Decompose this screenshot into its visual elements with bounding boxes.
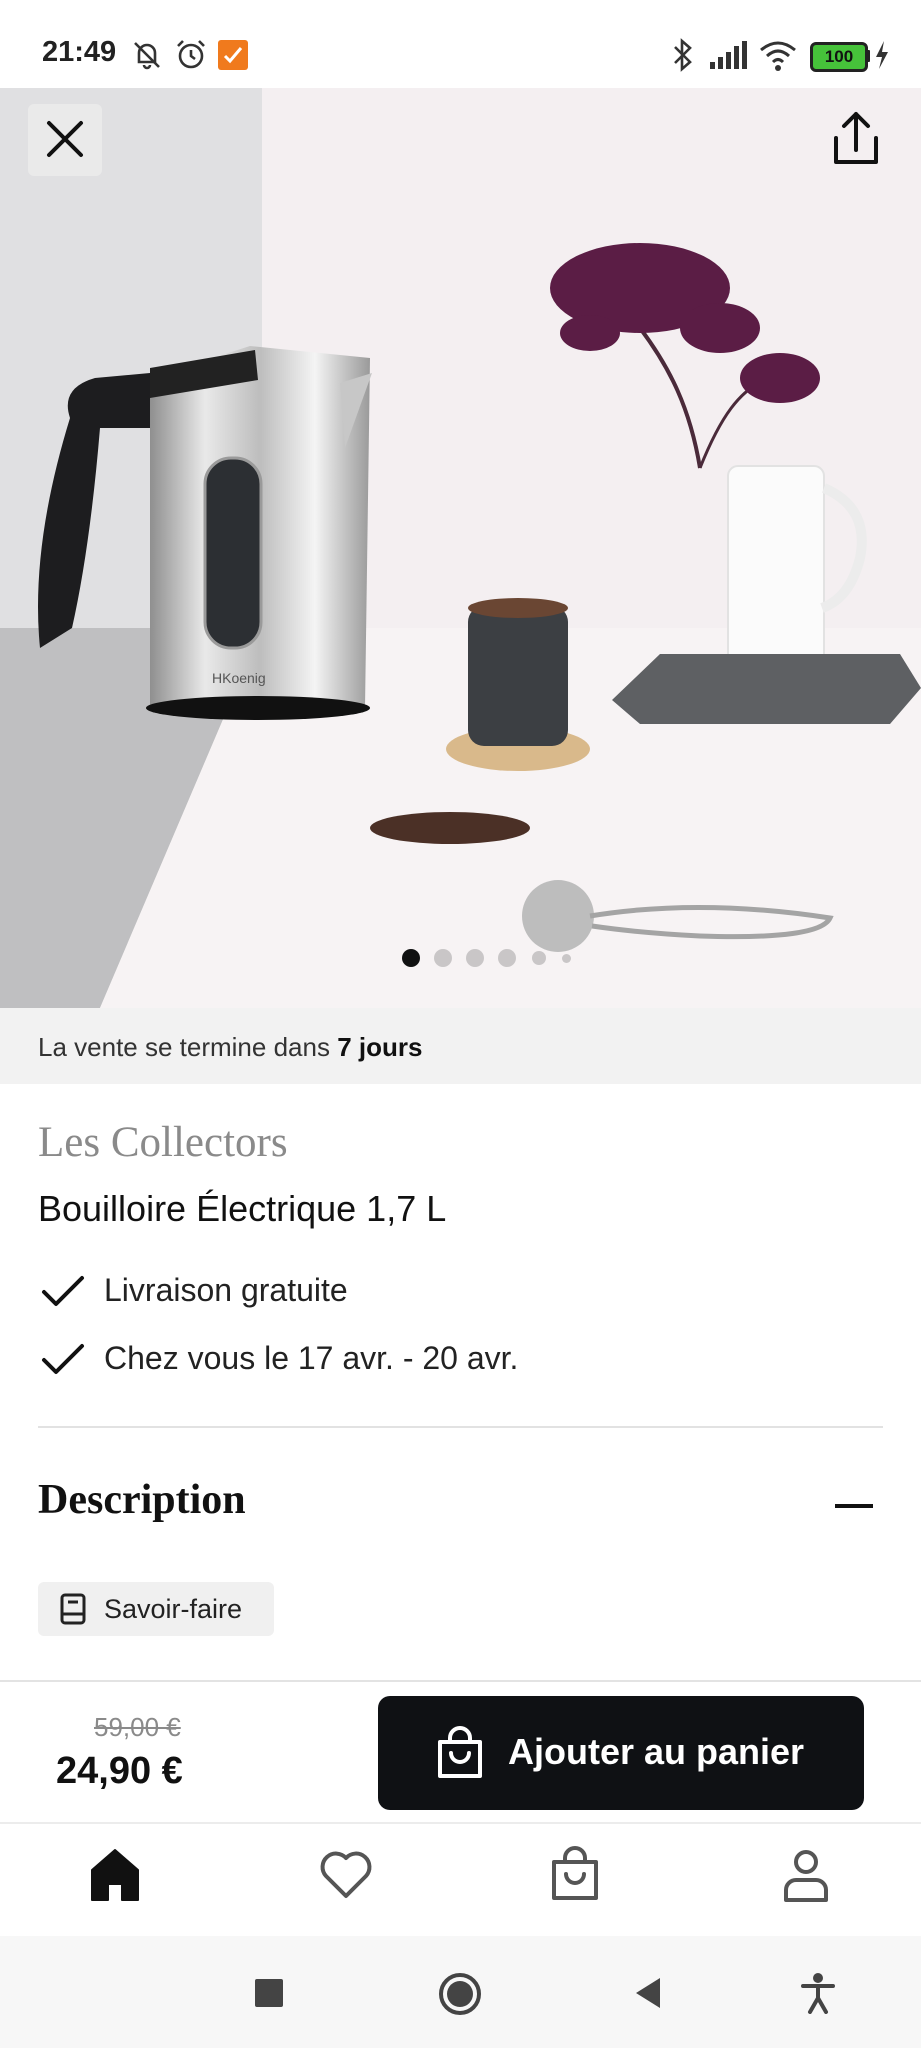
free-delivery-label: Livraison gratuite [104, 1272, 348, 1308]
product-title: Bouilloire Électrique 1,7 L [38, 1188, 447, 1229]
app-notification-icon [218, 40, 248, 70]
home-button-icon[interactable] [438, 1972, 482, 2016]
charging-icon [876, 41, 888, 69]
home-icon[interactable] [88, 1846, 142, 1904]
carousel-dot[interactable] [532, 951, 546, 965]
original-price: 59,00 € [94, 1712, 181, 1742]
collapse-icon[interactable] [835, 1504, 873, 1508]
muted-bell-icon [134, 42, 160, 70]
account-icon[interactable] [780, 1846, 832, 1904]
carousel-dot[interactable] [434, 949, 452, 967]
divider [38, 1426, 883, 1428]
sale-duration: 7 jours [337, 1032, 423, 1062]
product-image-carousel[interactable]: HKoenig [0, 88, 921, 1008]
carousel-dot[interactable] [402, 949, 420, 967]
close-button[interactable] [28, 104, 102, 176]
carousel-dot[interactable] [562, 954, 571, 963]
description-heading[interactable]: Description [38, 1476, 246, 1524]
battery-cap [866, 50, 870, 62]
sale-price: 24,90 € [56, 1750, 183, 1792]
back-icon[interactable] [632, 1976, 664, 2010]
check-icon [42, 1276, 84, 1306]
sale-countdown: La vente se termine dans 7 jours [38, 1032, 422, 1063]
brand-name[interactable]: Les Collectors [38, 1118, 288, 1167]
bluetooth-icon [674, 38, 692, 72]
cart-icon[interactable] [548, 1846, 602, 1904]
sale-prefix: La vente se termine dans [38, 1032, 330, 1062]
check-icon [42, 1344, 84, 1374]
shopping-bag-icon [438, 1726, 482, 1778]
carousel-dot[interactable] [498, 949, 516, 967]
accessibility-icon[interactable] [800, 1972, 836, 2014]
chip-label: Savoir-faire [104, 1594, 243, 1624]
wifi-icon [760, 41, 796, 71]
share-button[interactable] [820, 104, 892, 176]
status-time: 21:49 [42, 36, 117, 68]
recent-apps-icon[interactable] [254, 1978, 284, 2008]
delivery-window-label: Chez vous le 17 avr. - 20 avr. [104, 1340, 519, 1376]
battery-icon: 100 [810, 42, 868, 72]
add-to-cart-label: Ajouter au panier [508, 1731, 805, 1772]
book-icon [60, 1593, 86, 1625]
close-icon [47, 121, 83, 157]
alarm-icon [177, 40, 205, 69]
carousel-dot[interactable] [466, 949, 484, 967]
product-photo: HKoenig [0, 88, 921, 1008]
signal-icon [710, 41, 747, 69]
share-icon [834, 112, 878, 164]
kettle-brand-mark: HKoenig [212, 670, 266, 686]
favorites-icon[interactable] [318, 1848, 374, 1900]
